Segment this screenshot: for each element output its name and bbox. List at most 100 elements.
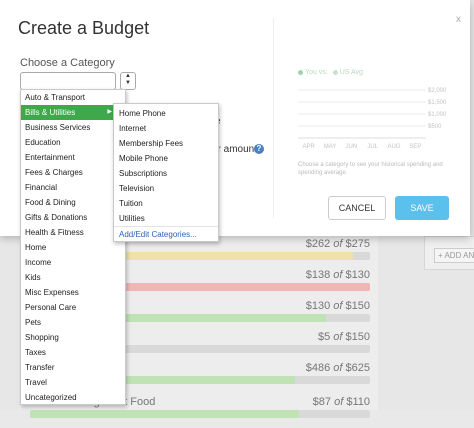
legend-you-dot <box>298 69 303 75</box>
budget-total: $150 <box>345 331 370 343</box>
budget-of: of <box>333 238 343 250</box>
category-item[interactable]: Home <box>21 240 125 255</box>
chevron-up-icon: ▲ <box>125 73 131 79</box>
category-label: Choose a Category <box>20 57 115 69</box>
x-tick-label: JUN <box>345 144 357 150</box>
budget-spent: $138 <box>305 269 331 281</box>
category-item[interactable]: Health & Fitness <box>21 225 125 240</box>
category-item-label: Entertainment <box>25 153 75 162</box>
category-item-label: Bills & Utilities <box>25 108 76 117</box>
category-item-label: Pets <box>25 318 42 327</box>
legend-avg-dot <box>332 69 338 75</box>
category-item-label: Misc Expenses <box>25 288 79 297</box>
category-item[interactable]: Business Services <box>21 120 125 135</box>
y-tick-label: $2,000 <box>428 88 447 94</box>
budget-spent: $87 <box>312 396 332 408</box>
add-edit-categories-link[interactable]: Add/Edit Categories... <box>114 226 218 242</box>
budget-total: $130 <box>345 269 370 281</box>
category-item[interactable]: Kids <box>21 270 125 285</box>
category-item-label: Financial <box>25 183 58 192</box>
budget-amount: $262 of $275 <box>306 238 370 250</box>
subcategory-item[interactable]: Mobile Phone <box>114 151 218 166</box>
budget-amount: $5 of $150 <box>318 331 370 343</box>
category-item[interactable]: Income <box>21 255 125 270</box>
legend-avg-label: US Avg <box>339 69 363 76</box>
category-item-label: Kids <box>25 273 41 282</box>
budget-amount: $486 of $625 <box>306 362 370 374</box>
budget-of: of <box>333 269 343 281</box>
subcategory-item[interactable]: Internet <box>114 121 218 136</box>
category-select[interactable] <box>20 72 116 90</box>
category-item[interactable]: Entertainment <box>21 150 125 165</box>
category-item[interactable]: Uncategorized <box>21 390 125 405</box>
y-tick-label: $1,500 <box>428 100 447 106</box>
budget-spent: $130 <box>305 300 331 312</box>
subcategory-item[interactable]: Membership Fees <box>114 136 218 151</box>
category-item[interactable]: Pets <box>21 315 125 330</box>
category-item-label: Auto & Transport <box>25 93 86 102</box>
category-item-label: Health & Fitness <box>25 228 84 237</box>
chart-legend: You vs. US Avg <box>298 69 368 76</box>
subcategory-item[interactable]: Home Phone <box>114 106 218 121</box>
category-item[interactable]: Auto & Transport <box>21 90 125 105</box>
legend-you-label: You vs. <box>305 69 328 76</box>
category-item-label: Transfer <box>25 363 55 372</box>
budget-total: $150 <box>345 300 370 312</box>
budget-spent: $5 <box>317 331 331 343</box>
save-button[interactable]: SAVE <box>395 196 449 220</box>
subcategory-item[interactable]: Television <box>114 181 218 196</box>
budget-of: of <box>333 300 343 312</box>
cancel-button[interactable]: CANCEL <box>328 196 386 220</box>
modal-divider <box>273 18 274 218</box>
modal-title: Create a Budget <box>18 18 150 38</box>
category-item-label: Business Services <box>25 123 91 132</box>
help-icon[interactable]: ? <box>254 144 264 154</box>
category-item-label: Taxes <box>25 348 46 357</box>
category-item-label: Education <box>25 138 61 147</box>
category-item[interactable]: Food & Dining <box>21 195 125 210</box>
category-dropdown: Auto & Transport Bills & Utilities ▶ Busine… <box>20 89 126 405</box>
category-item[interactable]: Gifts & Donations <box>21 210 125 225</box>
x-tick-label: MAY <box>324 144 337 150</box>
category-item[interactable]: Fees & Charges <box>21 165 125 180</box>
budget-of: of <box>333 331 343 343</box>
category-item[interactable]: Financial <box>21 180 125 195</box>
subcategory-item[interactable]: Tuition <box>114 196 218 211</box>
chevron-right-icon: ▶ <box>107 109 112 115</box>
chart-note: Choose a category to see your historical… <box>298 162 443 176</box>
budget-total: $625 <box>345 362 370 374</box>
budget-total: $275 <box>345 238 370 250</box>
subcategory-dropdown: Home Phone Internet Membership Fees Mobile … <box>113 103 219 242</box>
category-item[interactable]: Personal Care <box>21 300 125 315</box>
category-item[interactable]: Education <box>21 135 125 150</box>
category-item[interactable]: Misc Expenses <box>21 285 125 300</box>
category-stepper[interactable]: ▲ ▼ <box>120 72 136 90</box>
category-item-label: Uncategorized <box>25 393 77 402</box>
chevron-down-icon: ▼ <box>125 80 131 86</box>
budget-amount: $130 of $150 <box>306 300 370 312</box>
y-tick-label: $1,000 <box>428 112 447 118</box>
category-item[interactable]: Taxes <box>21 345 125 360</box>
spending-chart: $2,000 $1,500 $1,000 $500 APR MAY JUN JUL AUG SEP <box>298 88 447 150</box>
category-item[interactable]: Shopping <box>21 330 125 345</box>
category-item-label: Fees & Charges <box>25 168 83 177</box>
category-item-label: Food & Dining <box>25 198 76 207</box>
close-icon[interactable]: x <box>456 14 461 25</box>
subcategory-item[interactable]: Subscriptions <box>114 166 218 181</box>
budget-total: $110 <box>346 396 370 408</box>
subcategory-item[interactable]: Utilities <box>114 211 218 226</box>
budget-amount: $87 of $110 <box>313 396 370 408</box>
x-tick-label: APR <box>302 144 315 150</box>
category-item[interactable]: Travel <box>21 375 125 390</box>
category-item-label: Travel <box>25 378 47 387</box>
category-item-label: Shopping <box>25 333 59 342</box>
budget-spent: $262 <box>305 238 331 250</box>
category-item-label: Gifts & Donations <box>25 213 88 222</box>
budget-progress-fill <box>30 410 299 418</box>
category-item[interactable]: Transfer <box>21 360 125 375</box>
category-item-label: Income <box>25 258 52 267</box>
add-budget-button[interactable]: + ADD AN <box>434 248 474 263</box>
category-item-label: Personal Care <box>25 303 77 312</box>
budget-progress-track <box>30 410 370 418</box>
category-item[interactable]: Bills & Utilities ▶ <box>21 105 125 120</box>
